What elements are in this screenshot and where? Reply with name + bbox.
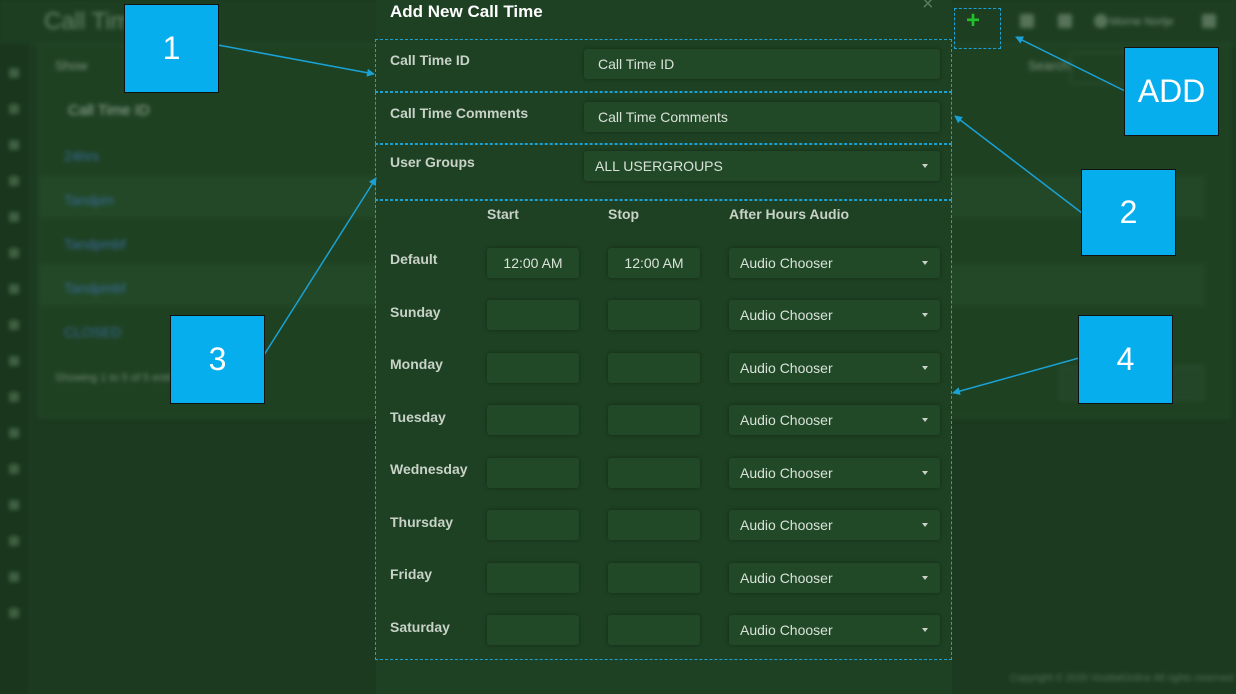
callout-2: 2 (1081, 169, 1176, 256)
arrow-4 (952, 357, 1080, 395)
arrow-add (1015, 36, 1126, 92)
callout-4: 4 (1078, 315, 1173, 404)
callout-add: ADD (1124, 47, 1219, 136)
callout-1: 1 (124, 4, 219, 93)
arrow-1 (217, 44, 375, 77)
callout-3: 3 (170, 315, 265, 404)
arrow-3 (263, 177, 377, 356)
arrow-2 (954, 115, 1083, 214)
